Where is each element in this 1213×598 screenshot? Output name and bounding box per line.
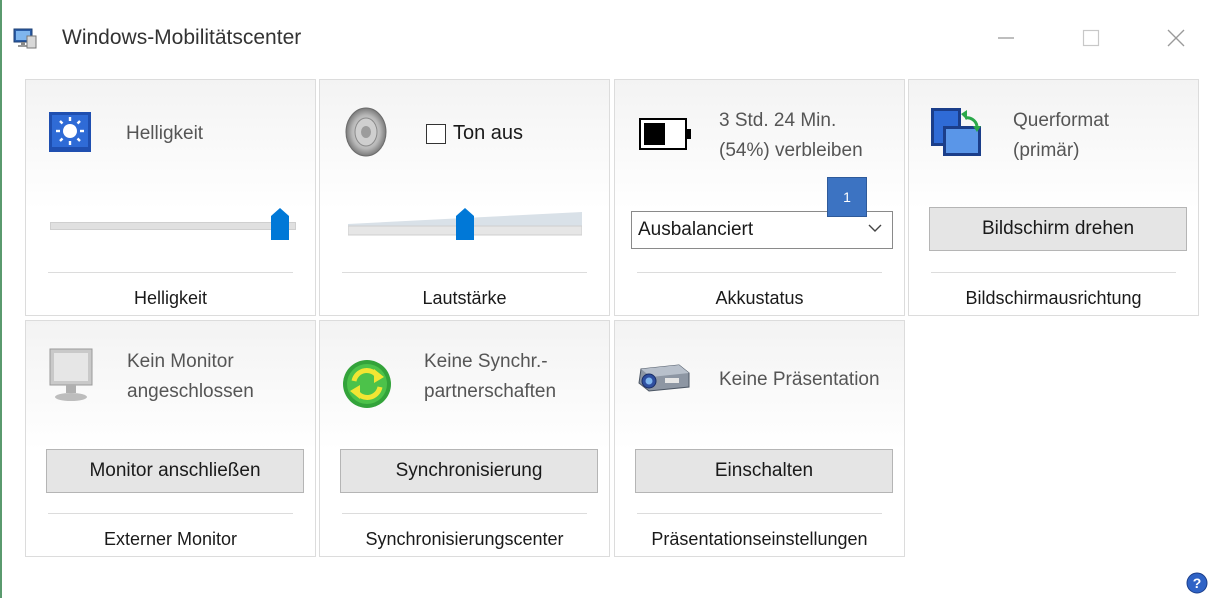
mute-checkbox[interactable] xyxy=(426,124,446,144)
separator xyxy=(637,272,882,273)
tile-brightness: Helligkeit Helligkeit xyxy=(25,79,316,316)
tile-title-presentation: Präsentationseinstellungen xyxy=(651,529,868,549)
presentation-on-button[interactable]: Einschalten xyxy=(635,449,893,493)
orientation-line1: Querformat xyxy=(1013,110,1110,131)
battery-time-line2: (54%) verbleiben xyxy=(719,140,863,161)
orientation-line2: (primär) xyxy=(1013,140,1080,161)
connect-monitor-button[interactable]: Monitor anschließen xyxy=(46,449,304,493)
minimize-button[interactable] xyxy=(986,18,1026,58)
brightness-label: Helligkeit xyxy=(126,123,204,144)
screen-rotation-icon xyxy=(931,108,981,156)
brightness-slider-thumb[interactable] xyxy=(271,208,290,240)
power-plan-value: Ausbalanciert xyxy=(638,219,754,240)
battery-time-line1: 3 Std. 24 Min. xyxy=(719,110,837,131)
mobility-center-icon xyxy=(13,28,37,49)
separator xyxy=(637,513,882,514)
step-badge: 1 xyxy=(827,177,867,217)
maximize-icon xyxy=(1082,29,1100,47)
tile-volume: Ton aus Lautstärke xyxy=(319,79,610,316)
maximize-button[interactable] xyxy=(1071,18,1111,58)
monitor-icon xyxy=(49,348,93,401)
speaker-icon xyxy=(345,107,387,157)
tile-title-volume: Lautstärke xyxy=(422,288,507,308)
help-icon[interactable]: ? xyxy=(1186,572,1208,594)
brightness-sun-icon xyxy=(49,112,91,152)
tile-orientation: Querformat (primär) Bildschirm drehen Bi… xyxy=(908,79,1199,316)
volume-slider-thumb[interactable] xyxy=(456,208,474,240)
separator xyxy=(931,272,1176,273)
tile-title-sync: Synchronisierungscenter xyxy=(365,529,564,549)
sync-line2: partnerschaften xyxy=(424,381,557,402)
rotate-screen-button[interactable]: Bildschirm drehen xyxy=(929,207,1187,251)
tile-title-brightness: Helligkeit xyxy=(133,288,208,308)
tile-title-orientation: Bildschirmausrichtung xyxy=(965,288,1142,308)
close-button[interactable] xyxy=(1156,18,1196,58)
separator xyxy=(48,272,293,273)
title-bar: Windows-Mobilitätscenter xyxy=(2,0,1213,78)
sync-button[interactable]: Synchronisierung xyxy=(340,449,598,493)
tile-external-monitor: Kein Monitor angeschlossen Monitor ansch… xyxy=(25,320,316,557)
minimize-icon xyxy=(998,37,1014,39)
monitor-line2: angeschlossen xyxy=(127,381,254,402)
mute-label[interactable]: Ton aus xyxy=(453,122,523,145)
sync-line1: Keine Synchr.- xyxy=(424,351,548,372)
presentation-status: Keine Präsentation xyxy=(719,369,880,390)
tile-sync: Keine Synchr.- partnerschaften Synchroni… xyxy=(319,320,610,557)
chevron-down-icon xyxy=(868,224,882,232)
window-border xyxy=(0,0,2,598)
separator xyxy=(342,272,587,273)
separator xyxy=(342,513,587,514)
battery-icon xyxy=(639,118,691,150)
close-icon xyxy=(1167,29,1185,47)
tile-presentation: Keine Präsentation Einschalten Präsentat… xyxy=(614,320,905,557)
tile-title-battery: Akkustatus xyxy=(715,288,804,308)
projector-icon xyxy=(638,364,690,392)
tile-title-external-monitor: Externer Monitor xyxy=(103,529,238,549)
window-title: Windows-Mobilitätscenter xyxy=(62,26,302,49)
sync-arrows-icon xyxy=(343,360,391,408)
separator xyxy=(48,513,293,514)
svg-text:?: ? xyxy=(1193,575,1202,591)
tile-battery: 3 Std. 24 Min. (54%) verbleiben Ausbalan… xyxy=(614,79,905,316)
brightness-slider-track[interactable] xyxy=(50,222,296,230)
monitor-line1: Kein Monitor xyxy=(127,351,234,372)
